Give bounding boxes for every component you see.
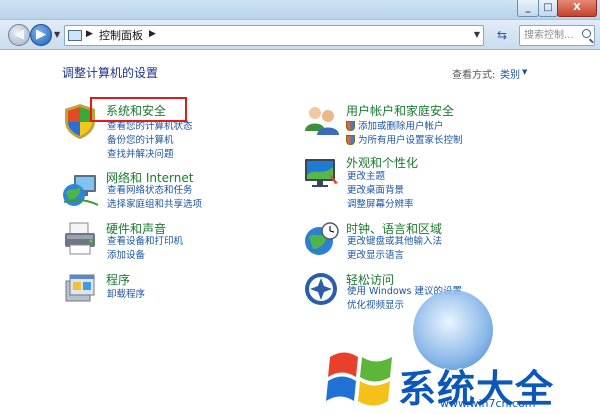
- breadcrumb-control-panel[interactable]: 控制面板: [99, 29, 143, 43]
- users-icon[interactable]: [301, 101, 341, 141]
- search-icon[interactable]: [582, 29, 591, 38]
- highlight-box: [90, 97, 187, 122]
- uac-shield-icon: [346, 121, 355, 131]
- breadcrumb-separator-icon[interactable]: ▶: [149, 29, 156, 39]
- recent-pages-dropdown[interactable]: ▼: [54, 30, 60, 39]
- close-button[interactable]: X: [557, 0, 597, 17]
- link-devices-printers[interactable]: 查看设备和打印机: [107, 236, 183, 247]
- category-appearance[interactable]: 外观和个性化: [346, 154, 418, 171]
- link-add-remove-users[interactable]: 添加或删除用户帐户: [358, 121, 444, 132]
- navigation-bar: ◀ ▶ ▼ ▶ 控制面板 ▶ ▼ ⇆ 搜索控制...: [0, 20, 600, 50]
- watermark-url: www.win7cn.com: [440, 397, 536, 410]
- printer-icon[interactable]: [60, 219, 100, 259]
- address-bar[interactable]: ▶ 控制面板 ▶ ▼: [64, 25, 484, 46]
- category-hardware-sound[interactable]: 硬件和声音: [106, 220, 166, 237]
- control-panel-icon: [68, 30, 82, 41]
- back-button[interactable]: ◀: [8, 24, 30, 46]
- close-icon: X: [573, 2, 581, 13]
- forward-arrow-icon: ▶: [36, 27, 46, 42]
- breadcrumb-separator-icon[interactable]: ▶: [86, 29, 93, 39]
- link-change-desktop-background[interactable]: 更改桌面背景: [347, 185, 404, 196]
- link-uninstall-program[interactable]: 卸载程序: [107, 289, 145, 300]
- refresh-icon: ⇆: [496, 28, 508, 42]
- page-title: 调整计算机的设置: [62, 66, 159, 80]
- address-dropdown-icon[interactable]: ▼: [474, 30, 480, 39]
- link-find-fix-problems[interactable]: 查找并解决问题: [107, 149, 174, 160]
- maximize-icon: □: [543, 2, 553, 13]
- maximize-button[interactable]: □: [538, 0, 558, 17]
- forward-button[interactable]: ▶: [30, 24, 52, 46]
- minimize-icon: _: [525, 2, 531, 13]
- clock-globe-icon[interactable]: [301, 219, 341, 259]
- link-optimize-video-display[interactable]: 优化视频显示: [347, 300, 404, 311]
- display-icon[interactable]: [301, 153, 341, 193]
- category-programs[interactable]: 程序: [106, 271, 130, 288]
- link-change-theme[interactable]: 更改主题: [347, 171, 385, 182]
- chevron-down-icon[interactable]: ▼: [522, 68, 527, 76]
- link-network-status[interactable]: 查看网络状态和任务: [107, 185, 193, 196]
- minimize-button[interactable]: _: [517, 0, 539, 17]
- network-globe-icon[interactable]: [60, 169, 100, 209]
- category-user-accounts[interactable]: 用户帐户和家庭安全: [346, 102, 454, 119]
- uac-shield-icon: [346, 135, 355, 145]
- link-parental-controls[interactable]: 为所有用户设置家长控制: [358, 135, 463, 146]
- category-clock-language-region[interactable]: 时钟、语言和区域: [346, 220, 442, 237]
- link-backup-computer[interactable]: 备份您的计算机: [107, 135, 174, 146]
- link-view-computer-status[interactable]: 查看您的计算机状态: [107, 121, 193, 132]
- link-adjust-resolution[interactable]: 调整屏幕分辨率: [347, 199, 414, 210]
- search-input[interactable]: 搜索控制...: [519, 25, 595, 46]
- link-homegroup-sharing[interactable]: 选择家庭组和共享选项: [107, 199, 202, 210]
- windows-logo-icon: [326, 352, 392, 406]
- link-add-device[interactable]: 添加设备: [107, 250, 145, 261]
- back-arrow-icon: ◀: [14, 27, 24, 42]
- view-by-label: 查看方式:: [452, 70, 496, 81]
- link-change-keyboard[interactable]: 更改键盘或其他输入法: [347, 236, 442, 247]
- view-by-dropdown[interactable]: 类别: [500, 66, 520, 81]
- ease-of-access-icon[interactable]: [301, 269, 341, 309]
- programs-icon[interactable]: [60, 269, 100, 309]
- search-placeholder: 搜索控制...: [524, 30, 574, 41]
- window-titlebar: _ □ X: [0, 0, 600, 20]
- refresh-button[interactable]: ⇆: [488, 27, 516, 45]
- link-change-display-language[interactable]: 更改显示语言: [347, 250, 404, 261]
- category-network-internet[interactable]: 网络和 Internet: [106, 169, 193, 186]
